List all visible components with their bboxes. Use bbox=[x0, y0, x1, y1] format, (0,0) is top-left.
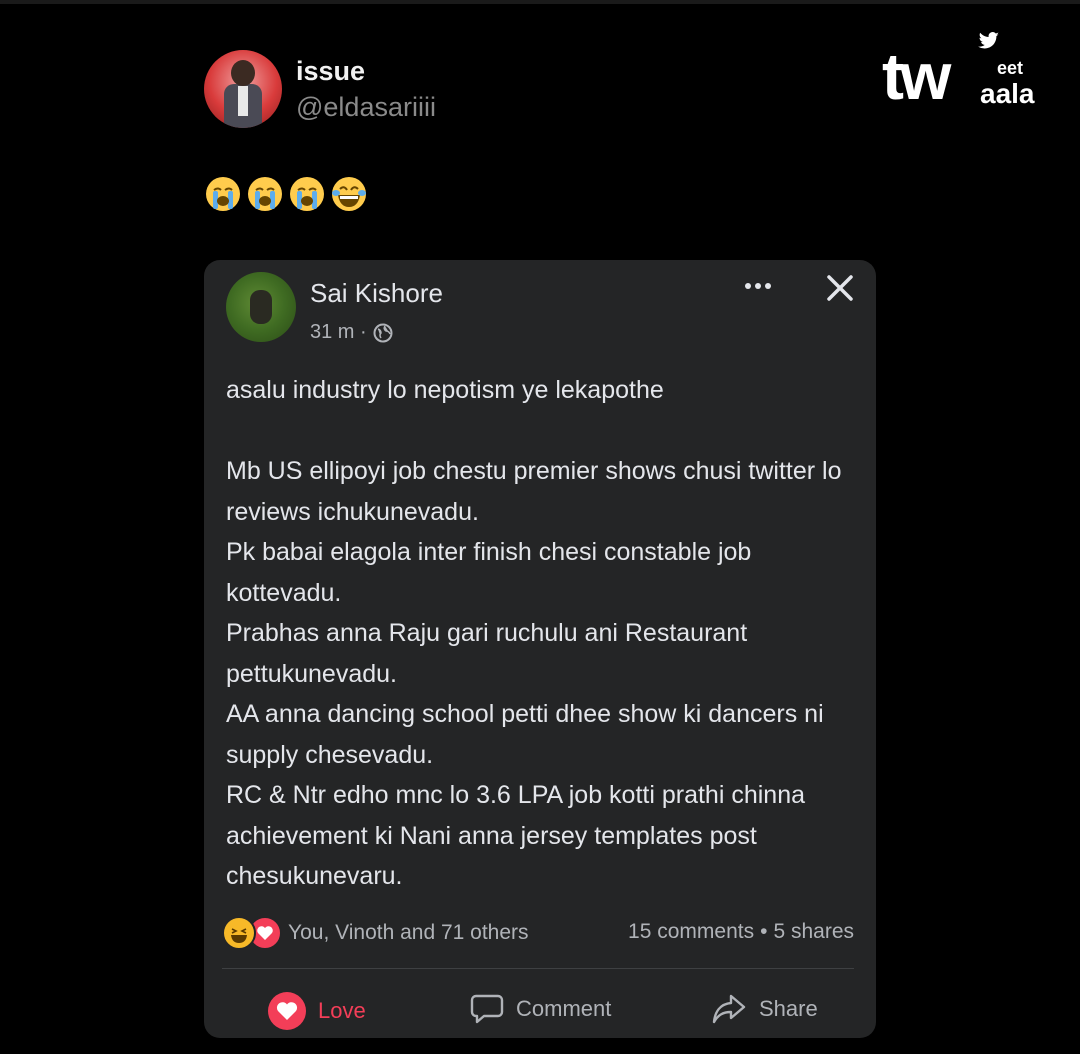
post-paragraph: asalu industry lo nepotism ye lekapothe bbox=[226, 376, 664, 404]
post-paragraph: AA anna dancing school petti dhee show k… bbox=[226, 700, 824, 769]
share-button[interactable]: Share bbox=[711, 992, 818, 1026]
tweet-emojis bbox=[205, 176, 367, 212]
share-label: Share bbox=[759, 996, 818, 1021]
comments-count[interactable]: 15 comments bbox=[628, 920, 754, 944]
fb-post-text: asalu industry lo nepotism ye lekapothe … bbox=[226, 370, 866, 897]
reaction-names[interactable]: You, Vinoth and 71 others bbox=[288, 921, 529, 945]
logo-tw: tw bbox=[882, 39, 951, 113]
tweet-display-name[interactable]: issue bbox=[296, 56, 365, 87]
logo-eet: eet bbox=[997, 58, 1024, 78]
globe-icon bbox=[373, 323, 393, 342]
fb-post-meta: 31 m · bbox=[310, 321, 393, 344]
love-icon bbox=[268, 992, 306, 1030]
face-with-tears-of-joy-icon bbox=[332, 177, 366, 211]
love-button[interactable]: Love bbox=[268, 992, 366, 1030]
loudly-crying-face-icon bbox=[290, 177, 324, 211]
fb-author-name[interactable]: Sai Kishore bbox=[310, 278, 443, 309]
close-icon[interactable] bbox=[824, 272, 856, 304]
post-paragraph: RC & Ntr edho mnc lo 3.6 LPA job kotti p… bbox=[226, 781, 806, 890]
loudly-crying-face-icon bbox=[206, 177, 240, 211]
more-options-icon[interactable] bbox=[742, 276, 774, 296]
top-divider bbox=[0, 0, 1080, 4]
engagement-stats: 15 comments • 5 shares bbox=[628, 920, 854, 944]
comment-icon bbox=[470, 994, 504, 1024]
post-paragraph: Pk babai elagola inter finish chesi cons… bbox=[226, 538, 752, 607]
comment-button[interactable]: Comment bbox=[470, 992, 611, 1026]
love-label: Love bbox=[318, 998, 366, 1023]
haha-reaction-icon bbox=[222, 916, 256, 950]
post-paragraph: Mb US ellipoyi job chestu premier shows … bbox=[226, 457, 842, 526]
facebook-post-card: Sai Kishore 31 m · asalu industry lo nep… bbox=[204, 260, 876, 1038]
tweetwaala-logo: tw eet aala bbox=[880, 30, 1050, 113]
reaction-summary[interactable]: You, Vinoth and 71 others bbox=[222, 916, 529, 950]
fb-author-avatar[interactable] bbox=[226, 272, 296, 342]
stats-separator: • bbox=[760, 920, 768, 943]
twitter-bird-icon bbox=[978, 32, 999, 49]
post-paragraph: Prabhas anna Raju gari ruchulu ani Resta… bbox=[226, 619, 748, 688]
tweet-avatar[interactable] bbox=[204, 50, 282, 128]
comment-label: Comment bbox=[516, 996, 612, 1021]
fb-post-time[interactable]: 31 m · bbox=[310, 321, 367, 344]
post-actions-bar: Love Comment Share bbox=[204, 982, 876, 1038]
share-icon bbox=[712, 994, 746, 1024]
loudly-crying-face-icon bbox=[248, 177, 282, 211]
logo-aala: aala bbox=[980, 78, 1035, 109]
actions-divider bbox=[222, 968, 854, 969]
tweet-handle[interactable]: @eldasariiii bbox=[296, 92, 436, 123]
shares-count[interactable]: 5 shares bbox=[773, 920, 854, 944]
